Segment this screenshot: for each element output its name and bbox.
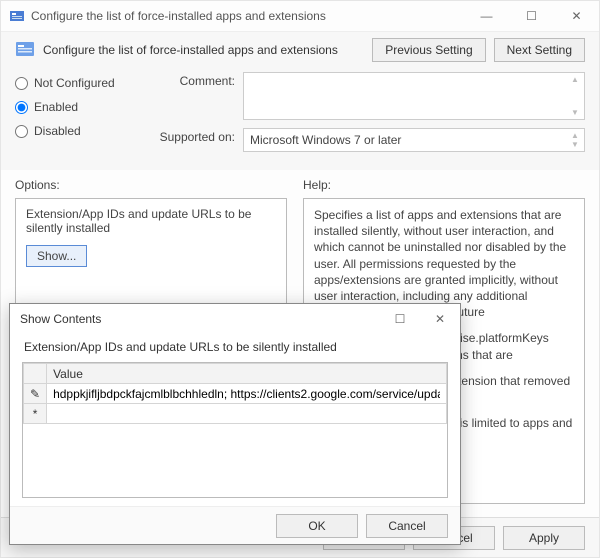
next-setting-button[interactable]: Next Setting	[494, 38, 585, 62]
modal-cancel-button[interactable]: Cancel	[366, 514, 448, 538]
modal-ok-button[interactable]: OK	[276, 514, 358, 538]
grid-rownew-value-cell[interactable]	[47, 404, 447, 424]
supported-label: Supported on:	[145, 128, 235, 144]
options-header: Options:	[15, 178, 287, 192]
radio-enabled-input[interactable]	[15, 101, 28, 114]
grid-row1-marker: ✎	[24, 384, 47, 404]
values-grid[interactable]: Value ✎ *	[22, 362, 448, 498]
comment-label: Comment:	[145, 72, 235, 88]
radio-not-configured[interactable]: Not Configured	[15, 76, 135, 90]
policy-heading: Configure the list of force-installed ap…	[43, 43, 364, 57]
window-buttons: — ☐ ✕	[464, 1, 599, 31]
supported-scroll[interactable]: ▲▼	[568, 131, 582, 149]
window-title: Configure the list of force-installed ap…	[31, 9, 464, 23]
radio-not-configured-label: Not Configured	[34, 76, 115, 90]
modal-footer: OK Cancel	[10, 506, 460, 544]
grid-rownew-marker: *	[24, 404, 47, 424]
show-button[interactable]: Show...	[26, 245, 87, 267]
radio-enabled-label: Enabled	[34, 100, 78, 114]
comment-scroll[interactable]: ▲▼	[568, 75, 582, 117]
grid-corner	[24, 364, 47, 384]
previous-setting-button[interactable]: Previous Setting	[372, 38, 485, 62]
config-header-area: Configure the list of force-installed ap…	[1, 31, 599, 170]
options-caption: Extension/App IDs and update URLs to be …	[26, 207, 276, 235]
help-header: Help:	[303, 178, 585, 192]
radio-not-configured-input[interactable]	[15, 77, 28, 90]
show-contents-dialog: Show Contents ☐ ✕ Extension/App IDs and …	[9, 303, 461, 545]
modal-titlebar: Show Contents ☐ ✕	[10, 304, 460, 334]
grid-header-row: Value	[24, 364, 447, 384]
grid-row1-input[interactable]	[53, 387, 440, 401]
modal-close-button[interactable]: ✕	[420, 304, 460, 334]
radio-enabled[interactable]: Enabled	[15, 100, 135, 114]
policy-editor-window: Configure the list of force-installed ap…	[0, 0, 600, 558]
policy-icon	[15, 39, 35, 62]
radio-disabled[interactable]: Disabled	[15, 124, 135, 138]
grid-row1-value-cell[interactable]	[47, 384, 447, 404]
modal-label: Extension/App IDs and update URLs to be …	[24, 340, 448, 354]
radio-disabled-label: Disabled	[34, 124, 81, 138]
meta-column: Comment: ▲▼ Supported on: Microsoft Wind…	[145, 72, 585, 160]
grid-col-value[interactable]: Value	[47, 364, 447, 384]
supported-value-box: Microsoft Windows 7 or later ▲▼	[243, 128, 585, 152]
supported-value: Microsoft Windows 7 or later	[250, 133, 401, 147]
app-icon	[9, 8, 25, 24]
maximize-button[interactable]: ☐	[509, 1, 554, 31]
modal-title: Show Contents	[20, 312, 101, 326]
comment-textarea[interactable]: ▲▼	[243, 72, 585, 120]
modal-body: Extension/App IDs and update URLs to be …	[10, 334, 460, 506]
minimize-button[interactable]: —	[464, 1, 509, 31]
state-radio-group: Not Configured Enabled Disabled	[15, 72, 135, 160]
grid-row-1[interactable]: ✎	[24, 384, 447, 404]
grid-row-new[interactable]: *	[24, 404, 447, 424]
close-button[interactable]: ✕	[554, 1, 599, 31]
radio-disabled-input[interactable]	[15, 125, 28, 138]
titlebar: Configure the list of force-installed ap…	[1, 1, 599, 31]
modal-maximize-button[interactable]: ☐	[380, 304, 420, 334]
apply-button[interactable]: Apply	[503, 526, 585, 550]
